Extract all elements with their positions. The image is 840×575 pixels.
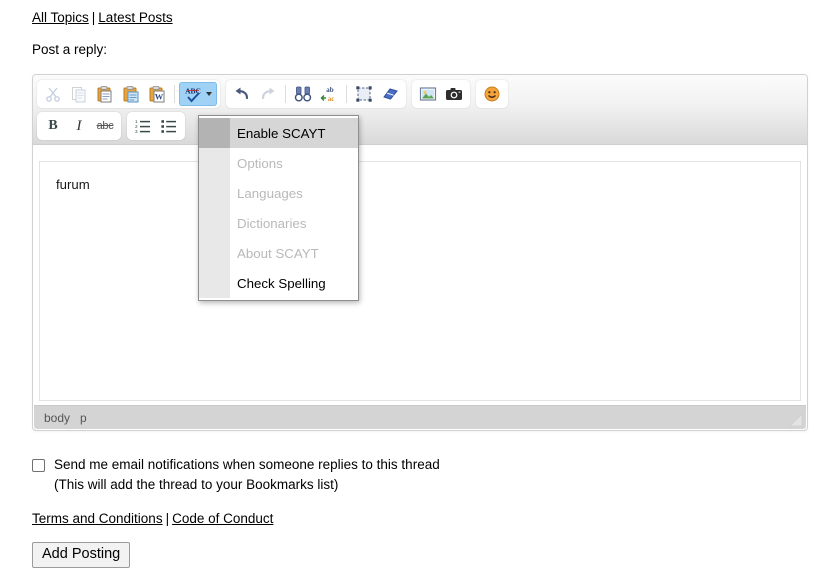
numbered-list-button[interactable]: 1 2 3 xyxy=(130,114,156,138)
editor-elements-path: body p xyxy=(34,405,806,429)
link-latest-posts[interactable]: Latest Posts xyxy=(98,10,172,25)
legal-links: Terms and Conditions | Code of Conduct xyxy=(32,511,273,526)
menu-item-label: Check Spelling xyxy=(237,275,326,291)
toolbar-divider xyxy=(285,85,286,103)
link-code-of-conduct[interactable]: Code of Conduct xyxy=(172,511,273,526)
italic-label: I xyxy=(76,117,82,134)
toolbar-group-smiley xyxy=(476,80,508,108)
menu-item-check-spelling[interactable]: Check Spelling xyxy=(199,268,358,298)
menu-icon-column xyxy=(199,268,230,298)
svg-text:ac: ac xyxy=(328,95,335,103)
menu-item-label: Enable SCAYT xyxy=(237,125,326,141)
toolbar-group-editing: ab ac xyxy=(226,80,406,108)
strikethrough-label: abc xyxy=(96,120,114,132)
post-a-reply-label: Post a reply: xyxy=(32,42,108,57)
email-notification-checkbox[interactable] xyxy=(32,459,45,472)
remove-format-icon[interactable] xyxy=(377,82,403,106)
link-all-topics[interactable]: All Topics xyxy=(32,10,89,25)
select-all-icon[interactable] xyxy=(351,82,377,106)
rich-text-editor: W ABC ab ac B I abc 1 2 3 furum body p xyxy=(32,74,808,431)
editor-toolbar: W ABC ab ac B I abc 1 2 3 xyxy=(33,75,807,145)
menu-item-dictionaries[interactable]: Dictionaries xyxy=(199,208,358,238)
toolbar-group-lists: 1 2 3 xyxy=(127,112,185,140)
toolbar-divider xyxy=(174,85,175,103)
bold-label: B xyxy=(48,118,58,133)
cut-icon[interactable] xyxy=(40,82,66,106)
copy-icon[interactable] xyxy=(66,82,92,106)
nav-separator: | xyxy=(91,10,96,25)
svg-text:ab: ab xyxy=(326,86,334,94)
link-terms-and-conditions[interactable]: Terms and Conditions xyxy=(32,511,163,526)
chevron-down-icon xyxy=(206,92,212,96)
bold-button[interactable]: B xyxy=(40,114,66,138)
image-icon[interactable] xyxy=(415,82,441,106)
svg-text:3: 3 xyxy=(135,129,138,134)
legal-separator: | xyxy=(165,511,170,526)
italic-button[interactable]: I xyxy=(66,114,92,138)
redo-icon[interactable] xyxy=(255,82,281,106)
strikethrough-button[interactable]: abc xyxy=(92,114,118,138)
path-element-p[interactable]: p xyxy=(80,411,87,425)
add-posting-button[interactable]: Add Posting xyxy=(32,542,131,568)
path-element-body[interactable]: body xyxy=(44,411,70,425)
bulleted-list-button[interactable] xyxy=(156,114,182,138)
menu-item-label: Dictionaries xyxy=(237,215,307,231)
menu-item-enable-scayt[interactable]: Enable SCAYT xyxy=(199,118,358,148)
email-notification-row: Send me email notifications when someone… xyxy=(32,457,440,472)
paste-text-icon[interactable] xyxy=(118,82,144,106)
camera-icon[interactable] xyxy=(441,82,467,106)
breadcrumb-nav: All Topics | Latest Posts xyxy=(32,10,173,25)
replace-icon[interactable]: ab ac xyxy=(316,82,342,106)
menu-icon-column xyxy=(199,208,230,238)
menu-item-options[interactable]: Options xyxy=(199,148,358,178)
toolbar-group-basic-styles: B I abc xyxy=(37,112,121,140)
menu-item-label: Options xyxy=(237,155,283,171)
menu-icon-column xyxy=(199,148,230,178)
paste-icon[interactable] xyxy=(92,82,118,106)
toolbar-divider xyxy=(346,85,347,103)
editor-text[interactable]: furum xyxy=(40,162,800,207)
toolbar-row-2: B I abc 1 2 3 xyxy=(37,112,803,140)
menu-icon-column xyxy=(199,118,230,148)
toolbar-group-insert xyxy=(412,80,470,108)
email-notification-block: Send me email notifications when someone… xyxy=(32,457,440,492)
find-icon[interactable] xyxy=(290,82,316,106)
menu-item-label: Languages xyxy=(237,185,303,201)
menu-icon-column xyxy=(199,238,230,268)
menu-icon-column xyxy=(199,178,230,208)
smiley-icon[interactable] xyxy=(479,82,505,106)
menu-item-languages[interactable]: Languages xyxy=(199,178,358,208)
menu-item-about-scayt[interactable]: About SCAYT xyxy=(199,238,358,268)
toolbar-group-clipboard: W ABC xyxy=(37,80,220,108)
email-notification-label: Send me email notifications when someone… xyxy=(54,457,440,472)
editor-content-area[interactable]: furum xyxy=(39,161,801,401)
toolbar-row-1: W ABC ab ac xyxy=(37,80,803,108)
svg-text:W: W xyxy=(155,92,164,102)
undo-icon[interactable] xyxy=(229,82,255,106)
paste-word-icon[interactable]: W xyxy=(144,82,170,106)
resize-grip[interactable] xyxy=(789,413,803,427)
menu-item-label: About SCAYT xyxy=(237,245,319,261)
scayt-dropdown-menu: Enable SCAYT Options Languages Dictionar… xyxy=(198,115,359,301)
email-notification-sublabel: (This will add the thread to your Bookma… xyxy=(54,477,339,492)
spellcheck-scayt-icon[interactable]: ABC xyxy=(179,82,217,106)
